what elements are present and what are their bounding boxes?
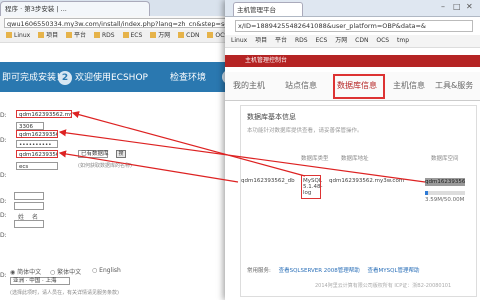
admin-password-input[interactable] bbox=[14, 220, 44, 228]
db-user-input[interactable]: qdm162393562 bbox=[16, 130, 58, 138]
close-icon[interactable]: ✕ bbox=[466, 2, 473, 11]
db-name-cell: qdm162393562_db bbox=[241, 178, 295, 184]
mysql-help-link[interactable]: 查看MYSQL管理帮助 bbox=[368, 268, 420, 274]
bookmark-item[interactable]: 项目 bbox=[255, 35, 267, 47]
step-number: 2 bbox=[58, 71, 72, 85]
admin-email-input[interactable] bbox=[14, 202, 44, 210]
bookmarks-bar: Linux 项目 平台 RDS ECS 万网 CDN OCS tmp bbox=[225, 35, 480, 48]
bookmark-item[interactable]: 项目 bbox=[38, 30, 58, 42]
nav-my-host[interactable]: 我的主机 bbox=[233, 80, 265, 91]
field-label: D: bbox=[0, 198, 7, 205]
admin-name-input[interactable] bbox=[14, 192, 44, 200]
step-3: 检查环境 bbox=[170, 73, 207, 83]
bookmark-item[interactable]: Linux bbox=[6, 30, 30, 42]
folder-icon bbox=[38, 32, 45, 38]
field-label: D: bbox=[0, 212, 7, 219]
nav-tools-services[interactable]: 工具&服务 bbox=[435, 80, 473, 91]
db-select[interactable]: 已有数据库 bbox=[78, 150, 109, 158]
bookmark-item[interactable]: 万网 bbox=[150, 30, 170, 42]
panel-note: 本功能针对数据库提供查看，请妥善保管操作。 bbox=[247, 128, 363, 134]
db-info-panel: 数据库基本信息 本功能针对数据库提供查看，请妥善保管操作。 数据库类型 数据库地… bbox=[240, 105, 477, 297]
bookmark-item[interactable]: CDN bbox=[178, 30, 199, 42]
nav-site-info[interactable]: 站点信息 bbox=[285, 80, 317, 91]
url-input[interactable]: x/ID=18894255482641088&user_platform=OBP… bbox=[235, 20, 473, 32]
field-label: D: bbox=[0, 232, 7, 239]
url-input[interactable]: qwu1606550334.my3w.com/install/index.php… bbox=[4, 18, 244, 28]
field-label: D: bbox=[0, 112, 7, 119]
column-header: 数据库空间 bbox=[431, 156, 459, 162]
folder-icon bbox=[207, 32, 214, 38]
bookmark-item[interactable]: Linux bbox=[231, 35, 247, 47]
bookmark-item[interactable]: RDS bbox=[93, 30, 115, 42]
field-label: D: bbox=[0, 137, 7, 144]
browser-tab[interactable]: 主机管理平台 bbox=[233, 2, 303, 16]
lang-simplified-radio[interactable]: ◉ 简体中文 bbox=[10, 267, 41, 276]
usage-progress-fill bbox=[425, 191, 428, 195]
db-password-input[interactable]: •••••••••• bbox=[16, 140, 58, 148]
links-label: 常用服务: bbox=[247, 268, 271, 274]
folder-icon bbox=[122, 32, 129, 38]
maximize-icon[interactable]: □ bbox=[453, 2, 461, 11]
db-port-input[interactable]: 3306 bbox=[16, 122, 44, 130]
usage-text: 3.59M/50.00M bbox=[425, 197, 465, 203]
folder-icon bbox=[6, 32, 12, 38]
field-label: D: bbox=[0, 172, 7, 179]
folder-icon bbox=[66, 32, 73, 38]
column-header: 数据库地址 bbox=[341, 156, 369, 162]
folder-icon bbox=[150, 32, 157, 38]
table-prefix-input[interactable]: ecs_ bbox=[16, 162, 58, 170]
folder-icon bbox=[93, 32, 100, 38]
console-header: 主机管理控制台 bbox=[225, 55, 480, 67]
db-name-input[interactable]: qdm162393562_db bbox=[16, 150, 58, 158]
db-config-form: D: D: D: D: D: D: D: qdm162393562.my3w.c… bbox=[0, 92, 245, 300]
host-console-window: 主机管理平台 – □ ✕ x/ID=18894255482641088&user… bbox=[225, 0, 480, 300]
bookmark-item[interactable]: CDN bbox=[355, 35, 368, 47]
db-user-cell: qdm162393562 bbox=[425, 178, 465, 186]
usage-progress-bar bbox=[425, 191, 465, 195]
install-note: (选择此项时，请人员在，有关详情请见服务条款) bbox=[10, 290, 119, 296]
browser-tab-bar: 主机管理平台 – □ ✕ bbox=[225, 0, 480, 17]
step-2: 2 欢迎使用ECSHOP bbox=[58, 70, 148, 85]
bookmark-item[interactable]: RDS bbox=[295, 35, 308, 47]
bookmark-item[interactable]: 万网 bbox=[335, 35, 347, 47]
bookmark-item[interactable]: ECS bbox=[122, 30, 142, 42]
browser-tab[interactable]: 程序 · 第3步安装 | ... bbox=[0, 1, 150, 16]
bookmark-item[interactable]: 平台 bbox=[275, 35, 287, 47]
step-1: 即可完成安装！ bbox=[2, 73, 66, 83]
db-host-input[interactable]: qdm162393562.my3w.com bbox=[16, 110, 72, 118]
bookmark-item[interactable]: 平台 bbox=[66, 30, 86, 42]
bookmark-item[interactable]: ECS bbox=[316, 35, 328, 47]
field-label: D: bbox=[0, 272, 7, 279]
help-links: 常用服务: 查看SQLSERVER 2008管理帮助 查看MYSQL管理帮助 bbox=[247, 266, 420, 274]
panel-title: 数据库基本信息 bbox=[247, 113, 296, 121]
bookmark-item[interactable]: OCS bbox=[376, 35, 389, 47]
highlight-box bbox=[301, 175, 321, 199]
column-header: 数据库类型 bbox=[301, 156, 329, 162]
sqlserver-help-link[interactable]: 查看SQLSERVER 2008管理帮助 bbox=[279, 268, 360, 274]
minimize-icon[interactable]: – bbox=[441, 2, 445, 11]
db-search-button[interactable]: 搜 bbox=[116, 150, 126, 158]
bookmark-item[interactable]: tmp bbox=[397, 35, 409, 47]
lang-english-radio[interactable]: ○ English bbox=[92, 267, 121, 274]
footer: 2014阿里云计算有限公司版权所有 ICP证：浙B2-20080101 bbox=[315, 283, 452, 289]
nav-host-info[interactable]: 主机信息 bbox=[393, 80, 425, 91]
timezone-select[interactable]: 亚洲 · 中国 · 上海 bbox=[10, 277, 70, 285]
db-address-cell: qdm162393562.my3w.com bbox=[329, 178, 405, 184]
lang-traditional-radio[interactable]: ○ 繁体中文 bbox=[50, 267, 81, 276]
db-hint: (如何获取数据库的名称) bbox=[78, 163, 132, 169]
folder-icon bbox=[178, 32, 185, 38]
highlight-box bbox=[333, 74, 385, 99]
